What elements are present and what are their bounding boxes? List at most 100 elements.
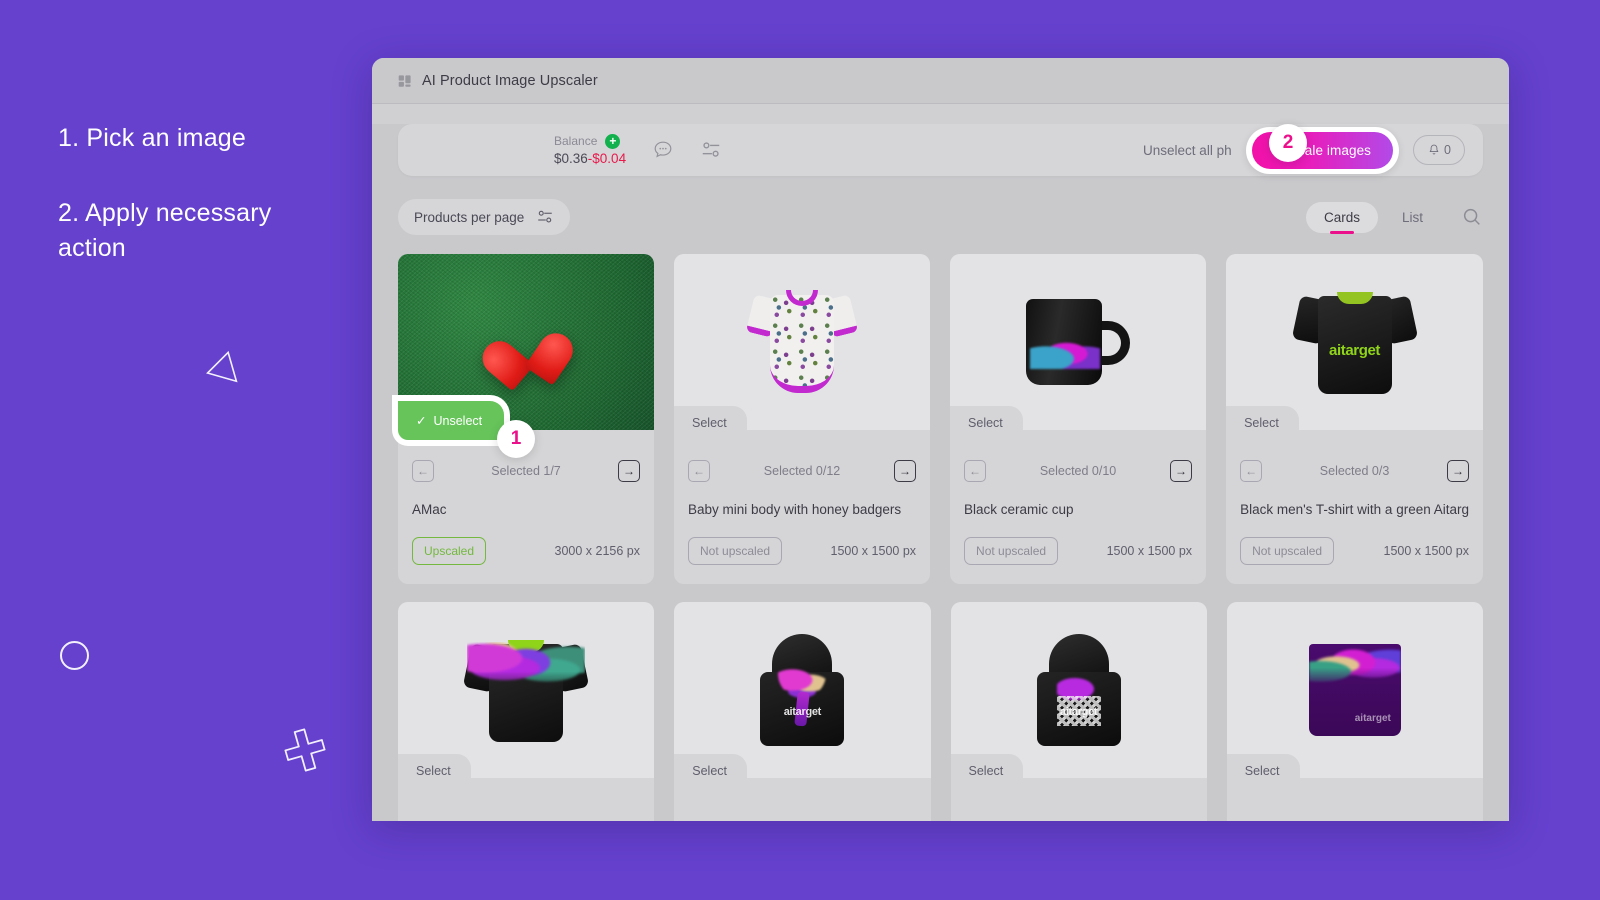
bell-icon — [1429, 144, 1439, 155]
product-image-aitarget-tshirt: aitarget — [1226, 254, 1483, 430]
image-dimensions: 1500 x 1500 px — [830, 544, 917, 558]
prev-image-button[interactable]: ← — [688, 460, 711, 482]
toolbar-right-group: Unselect all ph Upscale images 0 — [1143, 126, 1483, 174]
product-card-footer: Not upscaled 1500 x 1500 px — [1240, 537, 1469, 565]
product-title: Baby mini body with honey badgers — [688, 502, 902, 517]
sliders-icon[interactable] — [700, 139, 722, 161]
products-per-page-button[interactable]: Products per page — [398, 199, 571, 235]
cross-outline-icon — [284, 728, 326, 772]
window-titlebar: AI Product Image Upscaler — [372, 58, 1509, 104]
product-card[interactable]: aitarget Select — [1226, 602, 1483, 821]
product-thumbnail[interactable]: aitarget Select — [1226, 602, 1483, 788]
circle-outline-icon — [60, 641, 89, 670]
plus-circle-icon[interactable]: + — [605, 133, 621, 149]
instruction-step-1: 1. Pick an image — [58, 124, 247, 152]
product-thumbnail[interactable]: aitarget Select — [1226, 254, 1483, 440]
chat-bubble-icon[interactable] — [652, 139, 674, 161]
balance-amount: $0.36 — [554, 150, 588, 166]
product-card-meta: ← Selected 0/10 → Black ceramic cup Not … — [950, 430, 1206, 565]
product-pager: ← Selected 1/7 → — [412, 460, 640, 482]
toolbar-left-group: Balance + $0.36-$0.04 — [554, 134, 722, 166]
products-per-page-label: Products per page — [414, 209, 525, 225]
select-button[interactable]: Select — [398, 754, 471, 788]
product-card-footer: Not upscaled 1500 x 1500 px — [964, 537, 1192, 565]
selected-count: Selected 0/3 — [1319, 464, 1390, 478]
next-image-button[interactable]: → — [1447, 460, 1469, 482]
select-button[interactable]: Select — [1226, 406, 1299, 440]
status-badge: Not upscaled — [964, 537, 1059, 565]
prev-image-button[interactable]: ← — [412, 460, 434, 482]
notifications-count: 0 — [1444, 143, 1451, 157]
product-title: Black men's T-shirt with a green Aitarg — [1240, 502, 1469, 517]
next-image-button[interactable]: → — [1170, 460, 1193, 482]
product-title: AMac — [412, 502, 447, 517]
balance-widget[interactable]: Balance + $0.36-$0.04 — [554, 134, 626, 166]
image-dimensions: 1500 x 1500 px — [1106, 544, 1193, 558]
product-logo-text: aitarget — [783, 706, 822, 718]
product-card-meta: ← Selected 0/12 → Baby mini body with ho… — [674, 430, 930, 565]
product-thumbnail[interactable]: Select — [950, 254, 1207, 440]
product-logo-text: aitarget — [1329, 342, 1381, 359]
select-button[interactable]: Select — [1226, 754, 1300, 788]
prev-image-button[interactable]: ← — [1240, 460, 1263, 482]
tab-cards[interactable]: Cards — [1305, 201, 1378, 233]
product-card[interactable]: Select ← Selected 0/12 → Baby mini body … — [674, 254, 931, 584]
next-image-button[interactable]: → — [618, 460, 640, 482]
product-grid-row-1: ✓ Unselect ← Selected 1/7 → AMac Upscale… — [398, 254, 1483, 584]
notifications-button[interactable]: 0 — [1413, 135, 1465, 165]
select-button-label: Unselect — [433, 413, 483, 428]
status-badge: Not upscaled — [688, 537, 783, 565]
selected-count: Selected 0/10 — [1039, 464, 1117, 478]
sliders-icon — [538, 210, 553, 223]
select-button[interactable]: Select — [950, 406, 1023, 440]
status-badge: Upscaled — [412, 537, 487, 565]
app-body: Balance + $0.36-$0.04 Unselect all ph Up… — [372, 124, 1509, 821]
product-image-drip-tshirt — [398, 602, 655, 778]
next-image-button[interactable]: → — [894, 460, 917, 482]
product-thumbnail[interactable]: Select — [674, 254, 931, 440]
product-thumbnail[interactable]: aitarget Select — [674, 602, 931, 788]
product-thumbnail[interactable]: aitarget Select — [950, 602, 1207, 788]
callout-badge-1: 1 — [497, 420, 535, 458]
instructions-panel: 1. Pick an image 2. Apply necessary acti… — [0, 0, 380, 900]
status-badge: Not upscaled — [1240, 537, 1335, 565]
balance-delta: -$0.04 — [587, 150, 627, 166]
select-button[interactable]: Select — [950, 754, 1024, 788]
product-image-hood-pattern: aitarget — [950, 602, 1207, 778]
product-pager: ← Selected 0/12 → — [688, 460, 917, 482]
tab-list[interactable]: List — [1384, 202, 1441, 233]
product-title: Black ceramic cup — [964, 502, 1074, 517]
product-pager: ← Selected 0/3 → — [1240, 460, 1469, 482]
product-thumbnail[interactable]: Select — [398, 602, 655, 788]
select-button[interactable]: Select — [674, 406, 747, 440]
balance-label: Balance — [554, 133, 598, 148]
product-pager: ← Selected 0/10 → — [964, 460, 1193, 482]
product-image-purple-cup: aitarget — [1226, 602, 1483, 778]
prev-image-button[interactable]: ← — [964, 460, 987, 482]
select-button[interactable]: Select — [674, 754, 747, 788]
product-image-drip-hoodie: aitarget — [674, 602, 931, 778]
view-mode-tabs: Cards List — [1305, 201, 1483, 233]
product-card[interactable]: ✓ Unselect ← Selected 1/7 → AMac Upscale… — [398, 254, 655, 584]
product-grid-row-2: Select aitarget Select aitarget Select a… — [398, 602, 1483, 821]
upscale-images-wrapper: Upscale images — [1245, 126, 1400, 174]
search-icon[interactable] — [1461, 206, 1483, 228]
controls-row: Products per page Cards List — [398, 198, 1483, 236]
check-icon: ✓ — [416, 414, 427, 428]
product-card[interactable]: Select — [398, 602, 655, 821]
triangle-outline-icon — [206, 350, 238, 383]
product-logo-text: aitarget — [1059, 706, 1098, 718]
product-card[interactable]: aitarget Select — [674, 602, 931, 821]
app-window: AI Product Image Upscaler Balance + $0.3… — [372, 58, 1509, 821]
window-title: AI Product Image Upscaler — [422, 72, 598, 89]
product-card[interactable]: aitarget Select ← Selected 0/3 → Black m… — [1226, 254, 1483, 584]
product-card[interactable]: Select ← Selected 0/10 → Black ceramic c… — [950, 254, 1207, 584]
product-card-footer: Upscaled 3000 x 2156 px — [412, 537, 640, 565]
product-card[interactable]: aitarget Select — [950, 602, 1207, 821]
product-card-meta: ← Selected 0/3 → Black men's T-shirt wit… — [1226, 430, 1483, 565]
unselect-all-photos-button[interactable]: Unselect all ph — [1143, 143, 1232, 158]
unselect-button[interactable]: ✓ Unselect — [398, 401, 505, 440]
product-thumbnail[interactable]: ✓ Unselect — [398, 254, 655, 440]
callout-badge-2: 2 — [1269, 124, 1307, 162]
selected-count: Selected 0/12 — [763, 464, 841, 478]
